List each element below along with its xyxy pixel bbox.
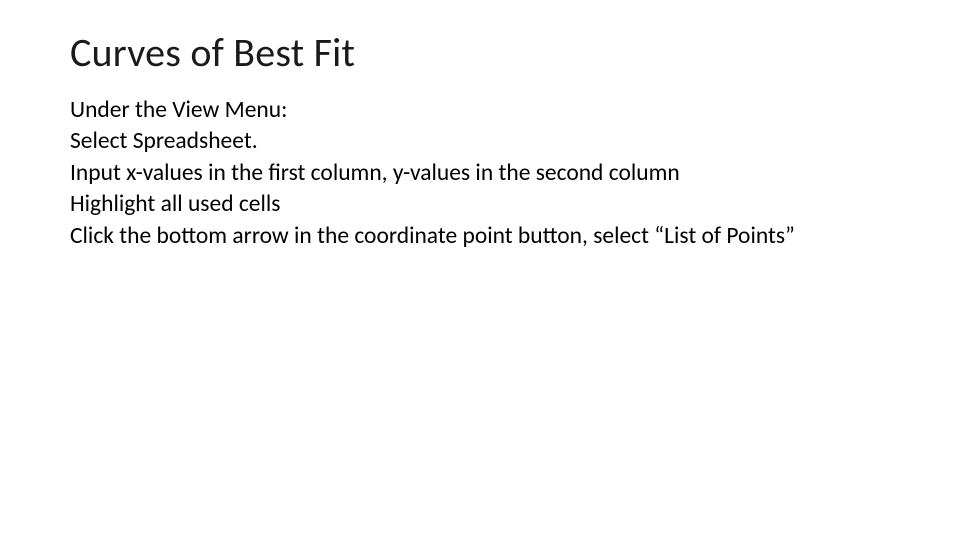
slide-title: Curves of Best Fit [70,28,890,77]
slide-body: Under the View Menu: Select Spreadsheet.… [70,95,890,252]
body-line: Input x-values in the first column, y-va… [70,158,890,189]
body-line: Select Spreadsheet. [70,126,890,157]
body-line: Highlight all used cells [70,189,890,220]
body-line: Under the View Menu: [70,95,890,126]
body-line: Click the bottom arrow in the coordinate… [70,221,890,252]
